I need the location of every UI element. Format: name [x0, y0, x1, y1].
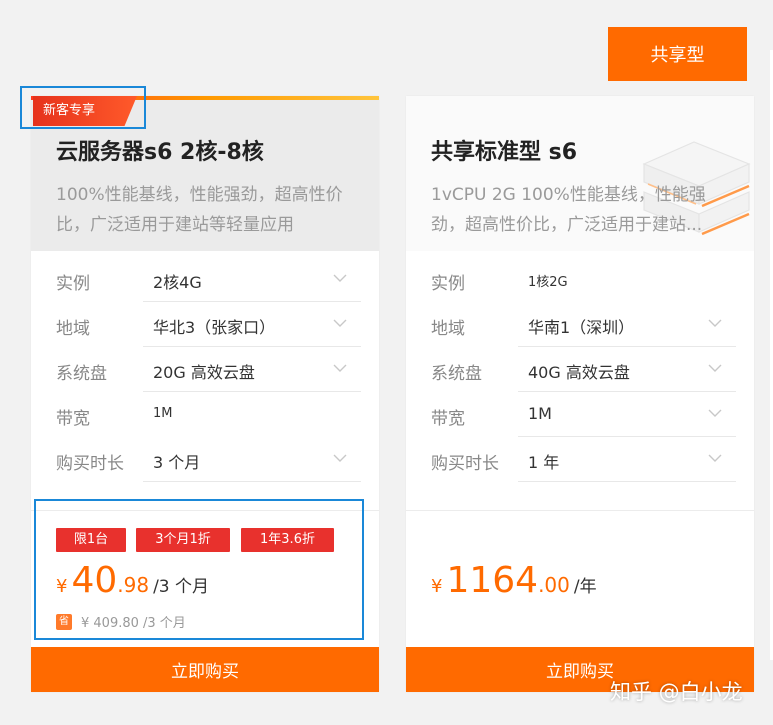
row-label: 购买时长	[56, 454, 124, 474]
row-value: 40G 高效云盘	[528, 363, 630, 382]
chevron-down-icon	[708, 409, 722, 417]
row-value: 华北3（张家口）	[153, 318, 276, 337]
config-row-bandwidth: 带宽 1M	[406, 392, 754, 437]
duration-select[interactable]: 3 个月	[143, 437, 361, 482]
config-row-disk: 系统盘 40G 高效云盘	[406, 347, 754, 392]
product-card-s6-new: 新客专享 云服务器s6 2核-8核 100%性能基线，性能强劲，超高性价比，广泛…	[31, 96, 379, 692]
chevron-down-icon	[333, 364, 347, 372]
config-row-region: 地域 华南1（深圳）	[406, 302, 754, 347]
duration-select[interactable]: 1 年	[518, 437, 736, 482]
price-unit: /年	[573, 577, 597, 597]
card-title: 共享标准型 s6	[431, 140, 578, 165]
row-value: 20G 高效云盘	[153, 363, 255, 382]
card-title: 云服务器s6 2核-8核	[56, 140, 264, 165]
config-row-disk: 系统盘 20G 高效云盘	[31, 347, 379, 392]
bandwidth-select[interactable]: 1M	[518, 392, 736, 437]
config-row-instance: 实例 1核2G	[406, 257, 754, 302]
disk-select[interactable]: 40G 高效云盘	[518, 347, 736, 392]
bandwidth-value: 1M	[143, 392, 361, 437]
row-value: 华南1（深圳）	[528, 318, 635, 337]
card-description: 100%性能基线，性能强劲，超高性价比，广泛适用于建站等轻量应用	[56, 185, 343, 235]
config-row-instance: 实例 2核4G	[31, 257, 379, 302]
instance-select[interactable]: 2核4G	[143, 257, 361, 302]
instance-value: 1核2G	[518, 257, 736, 302]
row-label: 带宽	[56, 409, 90, 429]
divider	[406, 510, 754, 511]
row-label: 地域	[431, 319, 465, 339]
buy-now-button[interactable]: 立即购买	[31, 647, 379, 692]
config-row-region: 地域 华北3（张家口）	[31, 302, 379, 347]
row-value: 1M	[528, 404, 552, 423]
price-decimal: .00	[538, 573, 570, 597]
chevron-down-icon	[708, 319, 722, 327]
region-select[interactable]: 华北3（张家口）	[143, 302, 361, 347]
chevron-down-icon	[333, 454, 347, 462]
row-label: 系统盘	[56, 364, 107, 384]
config-row-duration: 购买时长 1 年	[406, 437, 754, 482]
price-integer: 1164	[446, 560, 539, 601]
watermark: 知乎 @白小龙	[610, 680, 743, 704]
badge-highlight-frame	[20, 86, 146, 129]
chevron-down-icon	[708, 454, 722, 462]
chevron-down-icon	[708, 364, 722, 372]
card-description: 1vCPU 2G 100%性能基线，性能强劲，超高性价比，广泛适用于建站...	[431, 185, 706, 235]
config-rows: 实例 1核2G 地域 华南1（深圳） 系统盘 40G 高效云盘 带宽 1M 购买…	[406, 257, 754, 482]
currency-symbol: ¥	[431, 576, 443, 597]
config-row-bandwidth: 带宽 1M	[31, 392, 379, 437]
chevron-down-icon	[333, 319, 347, 327]
product-card-s6-shared: 共享标准型 s6 1vCPU 2G 100%性能基线，性能强劲，超高性价比，广泛…	[406, 96, 754, 692]
config-rows: 实例 2核4G 地域 华北3（张家口） 系统盘 20G 高效云盘 带宽 1M 购…	[31, 257, 379, 482]
row-value: 3 个月	[153, 453, 201, 472]
row-value: 1M	[153, 406, 173, 421]
card-header: 共享标准型 s6 1vCPU 2G 100%性能基线，性能强劲，超高性价比，广泛…	[406, 96, 754, 251]
row-label: 带宽	[431, 409, 465, 429]
chevron-down-icon	[333, 274, 347, 282]
disk-select[interactable]: 20G 高效云盘	[143, 347, 361, 392]
region-select[interactable]: 华南1（深圳）	[518, 302, 736, 347]
row-label: 实例	[56, 274, 90, 294]
shared-type-button[interactable]: 共享型	[608, 27, 747, 81]
price: ¥ 1164 .00 /年	[431, 560, 597, 601]
row-value: 2核4G	[153, 273, 202, 292]
row-label: 购买时长	[431, 454, 499, 474]
row-value: 1核2G	[528, 275, 568, 290]
row-label: 系统盘	[431, 364, 482, 384]
row-label: 实例	[431, 274, 465, 294]
price-highlight-frame	[34, 499, 364, 640]
config-row-duration: 购买时长 3 个月	[31, 437, 379, 482]
row-label: 地域	[56, 319, 90, 339]
row-value: 1 年	[528, 453, 560, 472]
